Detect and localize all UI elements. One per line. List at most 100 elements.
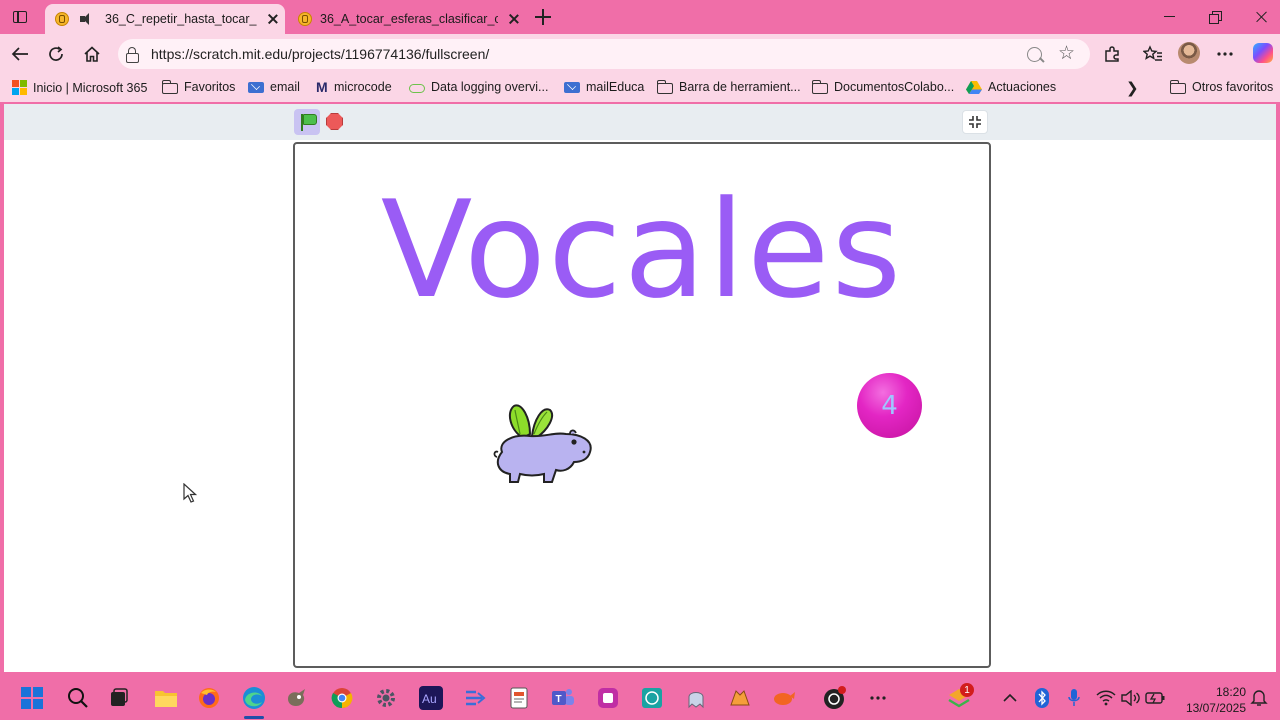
puzzle-icon [1105, 46, 1119, 62]
notification-badge: 1 [960, 683, 974, 697]
zoom-icon[interactable] [1027, 47, 1042, 62]
new-tab-button[interactable] [533, 7, 553, 27]
address-bar[interactable]: https://scratch.mit.edu/projects/1196774… [118, 39, 1090, 69]
taskbar-firefox[interactable] [197, 686, 221, 710]
scratch-stage[interactable]: Vocales 4 [293, 142, 991, 668]
taskbar-animal-app[interactable] [772, 686, 796, 710]
restore-button[interactable] [1202, 6, 1230, 28]
flying-hippo-sprite[interactable] [490, 404, 596, 488]
taskbar-scratch-app[interactable] [728, 686, 752, 710]
taskbar-audition[interactable]: Au [419, 686, 443, 710]
taskbar-obs[interactable] [822, 686, 846, 710]
green-flag-button[interactable] [294, 109, 320, 135]
taskbar-settings[interactable] [374, 686, 398, 710]
tab-actions-icon[interactable] [8, 6, 32, 28]
scratch-player-page: Vocales 4 [4, 104, 1276, 672]
chrome-icon [331, 688, 353, 709]
active-app-indicator [244, 716, 264, 719]
taskbar-document-app[interactable] [507, 686, 531, 710]
obs-icon [824, 686, 846, 709]
tab-strip: 36_C_repetir_hasta_tocar_esfera 36_A_toc… [0, 0, 1280, 34]
bookmark-documentos-colabo[interactable]: DocumentosColabo... [811, 79, 954, 94]
battery-icon [1145, 692, 1165, 704]
ghost-icon [688, 692, 704, 709]
windows-logo-icon [21, 687, 43, 709]
favorite-star-icon[interactable]: ☆ [1058, 42, 1075, 65]
clock[interactable]: 18:20 13/07/2025 [1176, 684, 1246, 716]
home-button[interactable] [80, 42, 104, 66]
close-tab-icon[interactable] [506, 11, 522, 27]
notification-bell-icon [1250, 690, 1268, 706]
taskbar-ghost-app[interactable] [684, 686, 708, 710]
lock-icon[interactable] [126, 47, 139, 63]
url-text[interactable]: https://scratch.mit.edu/projects/1196774… [151, 46, 489, 62]
taskbar-chrome[interactable] [330, 686, 354, 710]
app-arrow-icon [466, 690, 486, 706]
bookmark-favoritos[interactable]: Favoritos [161, 79, 235, 94]
tray-battery[interactable] [1143, 686, 1167, 710]
bookmark-label: email [270, 80, 300, 94]
wifi-icon [1096, 690, 1116, 706]
taskbar-onenote[interactable] [596, 686, 620, 710]
clock-time: 18:20 [1215, 685, 1246, 699]
favorites-button[interactable] [1141, 42, 1165, 66]
stop-button[interactable] [326, 113, 343, 130]
bookmark-maileduca[interactable]: mailEduca [564, 80, 644, 94]
tray-bluetooth[interactable] [1030, 686, 1054, 710]
taskbar-file-explorer[interactable] [154, 686, 178, 710]
bookmark-label: microcode [334, 80, 392, 94]
scratch-favicon-icon [55, 12, 69, 26]
extensions-button[interactable] [1100, 42, 1124, 66]
svg-text:Au: Au [422, 692, 437, 706]
taskbar-teams[interactable]: T [551, 686, 575, 710]
start-button[interactable] [20, 686, 44, 710]
tab-active[interactable]: 36_C_repetir_hasta_tocar_esfera [45, 4, 285, 34]
mail-icon [564, 81, 580, 93]
taskbar-edge[interactable] [242, 686, 266, 710]
bookmark-email[interactable]: email [248, 80, 300, 94]
reload-button[interactable] [44, 42, 68, 66]
tab-title: 36_A_tocar_esferas_clasificar_categorias [320, 12, 498, 26]
bookmark-microsoft-365[interactable]: Inicio | Microsoft 365 [12, 80, 147, 95]
audio-playing-icon[interactable] [79, 11, 97, 27]
document-icon [510, 687, 528, 709]
tab-inactive[interactable]: 36_A_tocar_esferas_clasificar_categorias [288, 4, 526, 34]
chevron-right-icon[interactable]: ❯ [1126, 79, 1139, 97]
close-window-button[interactable] [1248, 6, 1276, 28]
copilot-icon[interactable] [1253, 43, 1273, 63]
taskbar-edu-app[interactable] [640, 686, 664, 710]
minimize-button[interactable] [1156, 6, 1184, 28]
tray-volume[interactable] [1119, 686, 1143, 710]
task-view-button[interactable] [107, 686, 131, 710]
tray-wifi[interactable] [1094, 686, 1118, 710]
bookmark-label: mailEduca [586, 80, 645, 94]
windows-taskbar: Au T 18:20 13/07/2025 [0, 676, 1280, 720]
microsoft-icon [12, 80, 27, 95]
tray-microphone[interactable] [1062, 686, 1086, 710]
scratch-favicon-icon [298, 12, 312, 26]
close-tab-icon[interactable] [265, 11, 281, 27]
numbered-sphere-sprite[interactable]: 4 [857, 373, 922, 438]
tray-notifications[interactable] [1247, 686, 1271, 710]
more-options-button[interactable] [1213, 42, 1237, 66]
bookmark-actuaciones[interactable]: Actuaciones [966, 80, 1056, 94]
exit-fullscreen-button[interactable] [962, 110, 988, 134]
bookmark-otros-favoritos[interactable]: Otros favoritos [1169, 79, 1273, 94]
sphere-number: 4 [881, 390, 898, 421]
profile-avatar[interactable] [1178, 42, 1200, 64]
microphone-icon [1068, 689, 1080, 706]
gimp-icon [288, 689, 305, 706]
back-arrow-icon [11, 47, 28, 61]
bookmark-barra-herramientas[interactable]: Barra de herramient... [656, 79, 801, 94]
search-button[interactable] [66, 686, 90, 710]
taskbar-more-apps[interactable] [866, 686, 890, 710]
bookmark-microcode[interactable]: M microcode [316, 80, 392, 94]
favorites-list-icon [1143, 45, 1162, 61]
mail-icon [248, 81, 264, 93]
search-icon [68, 688, 88, 708]
taskbar-app-arrow[interactable] [463, 686, 487, 710]
tray-show-hidden[interactable] [998, 686, 1022, 710]
taskbar-gimp[interactable] [285, 686, 309, 710]
bookmark-data-logging[interactable]: Data logging overvi... [409, 80, 548, 94]
back-button[interactable] [8, 42, 32, 66]
